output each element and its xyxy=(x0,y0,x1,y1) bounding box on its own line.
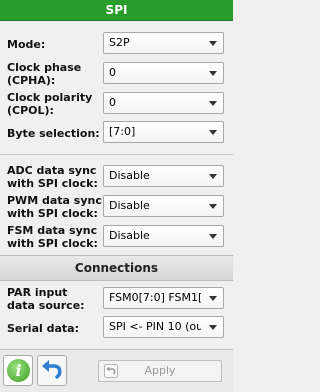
pwm-sync-value: Disable xyxy=(109,199,150,212)
cpha-label-line2: (CPHA): xyxy=(7,74,56,87)
cpha-select[interactable]: 0 xyxy=(103,62,224,84)
chevron-down-icon xyxy=(209,130,217,135)
apply-label: Apply xyxy=(144,364,176,377)
mode-label: Mode: xyxy=(7,38,46,51)
pwm-sync-select[interactable]: Disable xyxy=(103,195,224,217)
serial-data-select[interactable]: SPI <- PIN 10 (out) xyxy=(103,316,224,338)
adc-sync-value: Disable xyxy=(109,169,150,182)
par-input-label-line1: PAR input xyxy=(7,286,68,299)
chevron-down-icon xyxy=(209,296,217,301)
cpha-value: 0 xyxy=(109,66,116,79)
fsm-sync-label: FSM data sync with SPI clock: xyxy=(7,224,98,250)
cpha-label-line1: Clock phase xyxy=(7,61,82,74)
pwm-sync-label: PWM data sync with SPI clock: xyxy=(7,194,102,220)
par-input-label-line2: data source: xyxy=(7,299,85,312)
adc-sync-label: ADC data sync with SPI clock: xyxy=(7,164,98,190)
info-button[interactable]: i xyxy=(3,355,33,386)
cpol-label-line2: (CPOL): xyxy=(7,104,54,117)
chevron-down-icon xyxy=(209,41,217,46)
connections-header: Connections xyxy=(0,255,233,281)
info-icon: i xyxy=(7,359,30,382)
byte-selection-select[interactable]: [7:0] xyxy=(103,121,224,143)
chevron-down-icon xyxy=(209,325,217,330)
adc-sync-label-line1: ADC data sync xyxy=(7,164,97,177)
fsm-sync-select[interactable]: Disable xyxy=(103,225,224,247)
byte-selection-value: [7:0] xyxy=(109,125,136,138)
chevron-down-icon xyxy=(209,101,217,106)
pwm-sync-label-line2: with SPI clock: xyxy=(7,207,98,220)
cpha-label: Clock phase (CPHA): xyxy=(7,61,81,87)
panel-title: SPI xyxy=(0,0,233,21)
chevron-down-icon xyxy=(209,71,217,76)
fsm-sync-label-line2: with SPI clock: xyxy=(7,237,98,250)
chevron-down-icon xyxy=(209,174,217,179)
pwm-sync-label-line1: PWM data sync xyxy=(7,194,102,207)
serial-data-value: SPI <- PIN 10 (out) xyxy=(109,320,201,333)
mode-value: S2P xyxy=(109,36,130,49)
byte-selection-label: Byte selection: xyxy=(7,127,100,140)
par-input-select[interactable]: FSM0[7:0] FSM1[7: xyxy=(103,287,224,309)
cpol-select[interactable]: 0 xyxy=(103,92,224,114)
adc-sync-select[interactable]: Disable xyxy=(103,165,224,187)
chevron-down-icon xyxy=(209,234,217,239)
adc-sync-label-line2: with SPI clock: xyxy=(7,177,98,190)
cpol-label: Clock polarity (CPOL): xyxy=(7,91,92,117)
cpol-value: 0 xyxy=(109,96,116,109)
par-input-label: PAR input data source: xyxy=(7,286,85,312)
fsm-sync-value: Disable xyxy=(109,229,150,242)
divider xyxy=(0,154,233,155)
chevron-down-icon xyxy=(209,204,217,209)
undo-icon xyxy=(42,360,62,379)
mode-select[interactable]: S2P xyxy=(103,32,224,54)
bottom-toolbar: i Apply xyxy=(0,349,233,392)
serial-data-label: Serial data: xyxy=(7,322,79,335)
par-input-value: FSM0[7:0] FSM1[7: xyxy=(109,291,201,304)
undo-button[interactable] xyxy=(37,355,67,386)
fsm-sync-label-line1: FSM data sync xyxy=(7,224,98,237)
apply-button[interactable]: Apply xyxy=(98,360,222,382)
cpol-label-line1: Clock polarity xyxy=(7,91,93,104)
